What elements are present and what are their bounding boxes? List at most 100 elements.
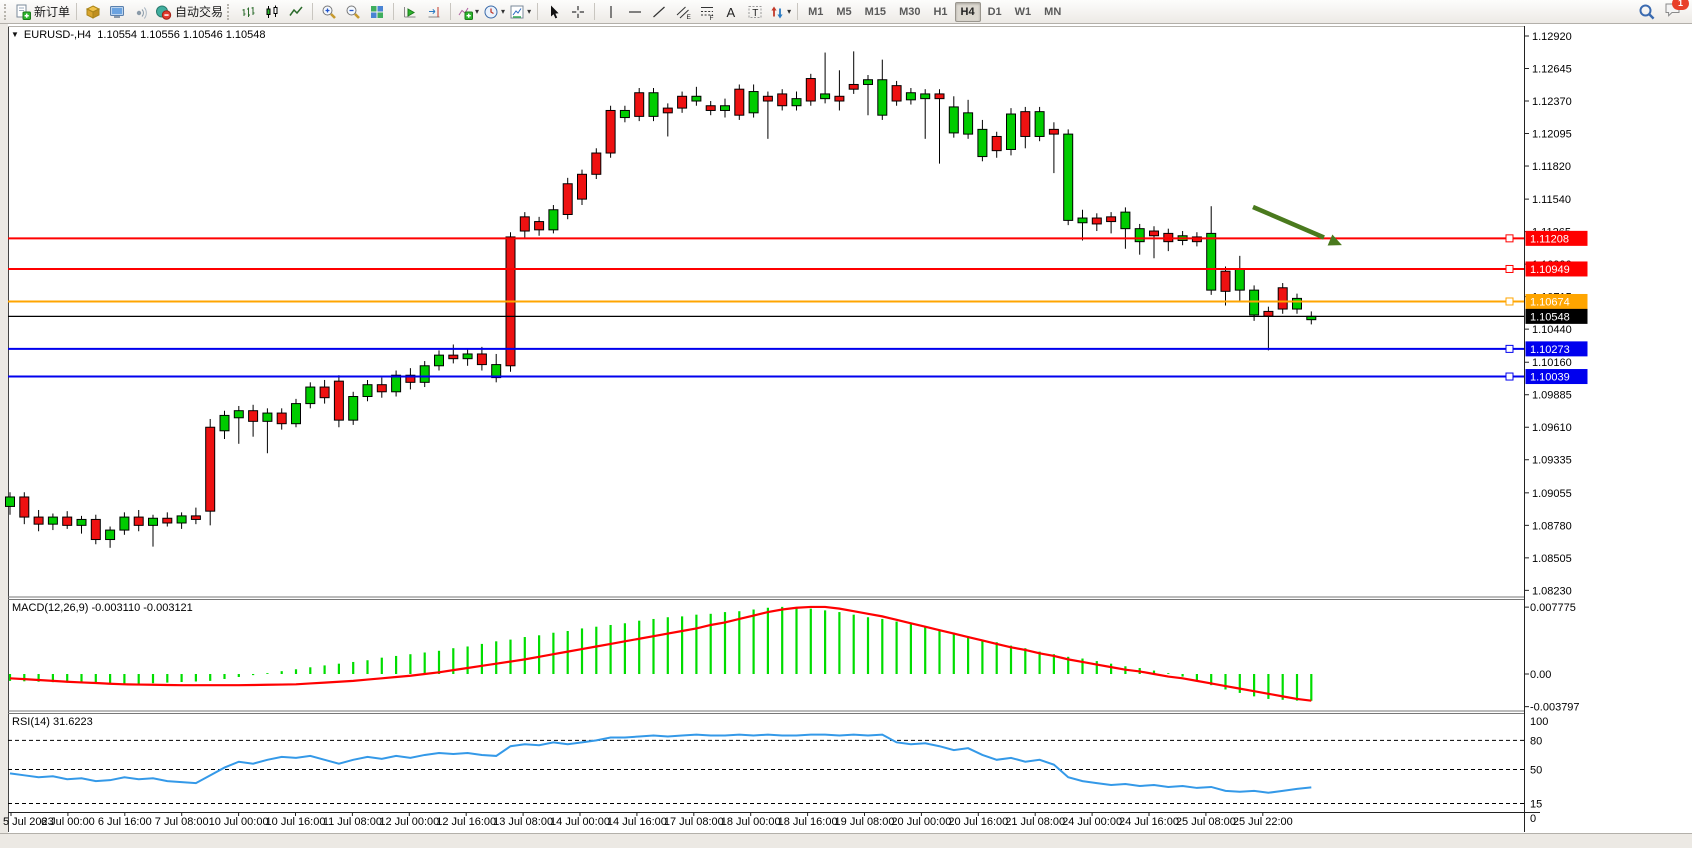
chat-button[interactable]: 1	[1664, 1, 1682, 23]
tab-timeframe-mn[interactable]: MN	[1038, 2, 1067, 22]
candlestick-chart-icon	[264, 4, 280, 20]
tab-timeframe-d1[interactable]: D1	[982, 2, 1008, 22]
horizontal-line-icon	[627, 4, 643, 20]
svg-text:1.10273: 1.10273	[1530, 344, 1570, 356]
toolbar-grip	[4, 4, 10, 20]
svg-text:17 Jul 08:00: 17 Jul 08:00	[664, 816, 724, 828]
separator	[537, 3, 538, 20]
fibonacci-tool-button[interactable]: F	[695, 2, 719, 22]
svg-text:0.00: 0.00	[1530, 669, 1551, 681]
templates-button[interactable]: ▾	[507, 2, 533, 22]
macd-panel: 0.0077750.00-0.003797	[10, 602, 1580, 714]
trendline-tool-button[interactable]	[647, 2, 671, 22]
rsi-indicator-label: RSI(14) 31.6223	[12, 716, 93, 728]
svg-text:10 Jul 00:00: 10 Jul 00:00	[209, 816, 269, 828]
svg-text:14 Jul 00:00: 14 Jul 00:00	[550, 816, 610, 828]
bar-chart-button[interactable]	[236, 2, 260, 22]
channel-tool-button[interactable]: E	[671, 2, 695, 22]
toolbar: 新订单 自动交易	[0, 0, 1692, 24]
line-chart-button[interactable]	[284, 2, 308, 22]
arrows-tool-button[interactable]: ▾	[767, 2, 793, 22]
terminal-button[interactable]	[105, 2, 129, 22]
zoom-in-icon	[321, 4, 337, 20]
search-icon[interactable]	[1638, 3, 1656, 21]
chevron-down-icon: ▾	[475, 7, 479, 16]
fibonacci-icon: F	[699, 4, 715, 20]
indicators-button[interactable]: ▾	[455, 2, 481, 22]
svg-text:A: A	[727, 5, 736, 20]
chart-canvas[interactable]: 1.129201.126451.123701.120951.118201.115…	[0, 0, 1692, 848]
zoom-out-button[interactable]	[341, 2, 365, 22]
svg-text:0: 0	[1530, 813, 1536, 825]
vertical-line-tool-button[interactable]	[599, 2, 623, 22]
svg-text:1.09610: 1.09610	[1532, 422, 1572, 434]
horizontal-line-tool-button[interactable]	[623, 2, 647, 22]
quotes-button[interactable]	[81, 2, 105, 22]
periods-button[interactable]: ▾	[481, 2, 507, 22]
svg-text:14 Jul 16:00: 14 Jul 16:00	[607, 816, 667, 828]
terminal-icon	[109, 4, 125, 20]
tile-windows-icon	[369, 4, 385, 20]
svg-text:25 Jul 08:00: 25 Jul 08:00	[1176, 816, 1236, 828]
chart-shift-button[interactable]	[422, 2, 446, 22]
chevron-down-icon: ▾	[501, 7, 505, 16]
svg-text:1.10440: 1.10440	[1532, 324, 1572, 336]
svg-text:-0.003797: -0.003797	[1530, 702, 1580, 714]
quotes-cube-icon	[85, 4, 101, 20]
svg-text:1.11820: 1.11820	[1532, 161, 1571, 173]
svg-text:10 Jul 16:00: 10 Jul 16:00	[266, 816, 326, 828]
svg-text:1.08780: 1.08780	[1532, 520, 1572, 532]
svg-text:100: 100	[1530, 716, 1548, 728]
toolbar-right: 1	[1638, 1, 1682, 23]
auto-scroll-button[interactable]	[398, 2, 422, 22]
zoom-in-button[interactable]	[317, 2, 341, 22]
crosshair-icon	[570, 4, 586, 20]
tab-timeframe-m5[interactable]: M5	[830, 2, 857, 22]
signals-button[interactable]	[129, 2, 153, 22]
svg-text:1.12095: 1.12095	[1532, 129, 1572, 141]
separator	[312, 3, 313, 20]
svg-text:21 Jul 08:00: 21 Jul 08:00	[1005, 816, 1065, 828]
crosshair-tool-button[interactable]	[566, 2, 590, 22]
chevron-down-icon: ▾	[527, 7, 531, 16]
new-order-label: 新订单	[34, 3, 70, 20]
auto-trading-icon	[155, 4, 172, 20]
new-order-button[interactable]: 新订单	[13, 2, 72, 22]
text-tool-button[interactable]: A	[719, 2, 743, 22]
svg-text:6 Jul 00:00: 6 Jul 00:00	[41, 816, 95, 828]
svg-text:13 Jul 08:00: 13 Jul 08:00	[493, 816, 553, 828]
svg-text:1.12645: 1.12645	[1532, 64, 1572, 76]
cursor-tool-button[interactable]	[542, 2, 566, 22]
text-label-tool-button[interactable]: T	[743, 2, 767, 22]
chart-symbol-header: ▼EURUSD-,H4 1.10554 1.10556 1.10546 1.10…	[11, 29, 266, 41]
symbol-quotes: 1.10554 1.10556 1.10546 1.10548	[97, 29, 265, 41]
time-axis: 5 Jul 20236 Jul 00:006 Jul 16:007 Jul 08…	[3, 812, 1293, 828]
chevron-down-icon: ▾	[787, 7, 791, 16]
svg-text:1.10160: 1.10160	[1532, 357, 1572, 369]
text-label-icon: T	[747, 4, 763, 20]
auto-trading-button[interactable]: 自动交易	[153, 2, 225, 22]
tab-timeframe-m1[interactable]: M1	[802, 2, 829, 22]
rsi-panel: 1008050150	[8, 716, 1548, 825]
svg-text:1.11208: 1.11208	[1530, 233, 1569, 245]
svg-text:T: T	[752, 8, 758, 19]
collapse-triangle-icon[interactable]: ▼	[11, 30, 19, 39]
svg-text:12 Jul 16:00: 12 Jul 16:00	[436, 816, 496, 828]
indicators-icon	[457, 4, 473, 20]
tile-windows-button[interactable]	[365, 2, 389, 22]
annotation-arrow[interactable]	[1253, 207, 1344, 251]
template-icon	[509, 4, 525, 20]
equidistant-channel-icon: E	[675, 4, 691, 20]
tab-timeframe-m15[interactable]: M15	[859, 2, 892, 22]
tab-timeframe-w1[interactable]: W1	[1009, 2, 1038, 22]
svg-text:1.10039: 1.10039	[1530, 372, 1570, 384]
svg-text:1.12370: 1.12370	[1532, 96, 1572, 108]
svg-text:1.10548: 1.10548	[1530, 311, 1570, 323]
svg-text:80: 80	[1530, 735, 1542, 747]
tab-timeframe-m30[interactable]: M30	[893, 2, 926, 22]
tab-timeframe-h1[interactable]: H1	[927, 2, 953, 22]
candlestick-chart-button[interactable]	[260, 2, 284, 22]
new-order-icon	[15, 4, 31, 20]
tab-timeframe-h4[interactable]: H4	[955, 2, 981, 22]
svg-text:1.08505: 1.08505	[1532, 553, 1572, 565]
